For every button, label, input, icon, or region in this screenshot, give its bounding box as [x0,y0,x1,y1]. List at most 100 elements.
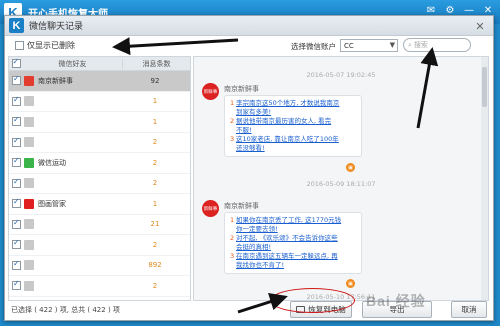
article-link[interactable]: 我找你也不肯了! [230,261,356,270]
message-count: 892 [148,261,162,270]
article-title: 如果你在南京丢了工作, 这1770元钱 [236,216,342,224]
dialog-close-icon[interactable]: ✕ [473,19,487,33]
search-icon: ⌕ [408,40,412,49]
article-title: 据说他带南京最历害的女人, 看完 [236,117,332,125]
dialog-logo: K [9,18,24,33]
cancel-label: 取消 [461,305,477,314]
article-link[interactable]: 1 李宗南京这50个地方, 才数说我南京 [230,99,356,108]
row-checkbox[interactable] [12,238,21,250]
article-link[interactable]: 1 如果你在南京丢了工作, 这1770元钱 [230,216,356,225]
contact-row[interactable]: 2 [9,133,190,153]
selection-status: 已选择 ( 422 ) 项, 总共 ( 422 ) 项 [11,306,120,314]
article-link[interactable]: 还没够看! [230,144,356,153]
export-button[interactable]: 导出 [362,301,432,318]
contact-row[interactable]: 南京新鲜事 92 [9,71,190,92]
message-count: 2 [152,281,158,290]
contact-row[interactable]: 2 [9,235,190,256]
message-count: 2 [152,158,158,167]
monitor-icon [296,306,306,313]
message-count: 1 [152,199,158,208]
contact-row[interactable]: 892 [9,256,190,276]
contact-name: 图画管家 [38,199,66,208]
contact-row[interactable]: 1 [9,112,190,133]
dialog-title-bar: K 微信聊天记录 ✕ [5,16,493,36]
scroll-thumb[interactable] [482,67,487,107]
message-timestamp: 2016-05-09 18:11:07 [306,180,376,188]
chevron-down-icon: ▼ [389,41,395,49]
article-link[interactable]: 会挺的真相! [230,243,356,252]
article-link[interactable]: 不服! [230,126,356,135]
only-deleted-checkbox[interactable] [15,41,24,50]
row-checkbox[interactable] [12,197,21,209]
message-count: 2 [152,240,158,249]
contact-avatar [24,280,34,291]
account-select[interactable]: CC ▼ [340,39,398,52]
message-timestamp: 2016-05-07 19:02:45 [306,71,376,79]
contact-name: 微信运动 [38,158,66,167]
restore-to-computer-button[interactable]: 恢复到电脑 [290,301,352,318]
contact-avatar [24,260,34,271]
restore-label: 恢复到电脑 [308,305,346,314]
message-count: 92 [150,76,160,85]
search-placeholder: 搜索 [413,41,428,49]
message-count: 1 [152,97,158,106]
search-input[interactable]: ⌕ 搜索 [403,38,471,52]
row-checkbox[interactable] [12,177,21,188]
chat-scrollbar[interactable] [481,57,488,300]
only-deleted-toggle[interactable]: 仅显示已删除 [15,40,75,51]
row-checkbox[interactable] [12,136,21,147]
select-all-checkbox[interactable] [11,57,21,68]
contact-row[interactable]: 2 [9,276,190,297]
contact-avatar [24,178,34,189]
account-value: CC [344,41,354,50]
sender-name: 南京新鲜事 [224,85,259,93]
contact-avatar [24,198,34,209]
sender-name: 南京新鲜事 [224,202,259,210]
article-title: 你一定要去领! [236,225,278,233]
article-link[interactable]: 到家有多美! [230,108,356,117]
contact-row[interactable]: 21 [9,215,190,235]
article-link[interactable]: 你一定要去领! [230,225,356,234]
article-title: 对不起, 《欢乐颂》不会告诉你这些 [236,234,338,242]
row-checkbox[interactable] [12,279,21,291]
article-link[interactable]: 3 这10家老店, 靠让南京人吃了100年 [230,135,356,144]
article-link[interactable]: 2 据说他带南京最历害的女人, 看完 [230,117,356,126]
message-count: 21 [150,220,160,229]
article-title: 到家有多美! [236,108,272,116]
article-title: 在南京遇到这五辆车一定躲远点, 再 [236,252,338,260]
article-title: 李宗南京这50个地方, 才数说我南京 [236,99,340,107]
message-bubble[interactable]: 1 李宗南京这50个地方, 才数说我南京 到家有多美! 2 据说他带南京最历害的女人, … [224,95,362,157]
row-checkbox[interactable] [12,218,21,229]
cancel-button[interactable]: 取消 [451,301,487,318]
contact-list: 微信好友 消息条数 南京新鲜事 92 1 1 2 微信运动 2 2 图画管家 1 21 2 892 2 [8,56,191,301]
row-checkbox[interactable] [12,156,21,168]
row-checkbox[interactable] [12,115,21,127]
dialog-title: 微信聊天记录 [29,22,84,32]
sender-avatar: 新鲜事 [202,200,219,217]
wechat-history-dialog: K 微信聊天记录 ✕ 仅显示已删除 选择微信账户 CC ▼ ⌕ 搜索 微信好友 … [4,15,494,321]
contact-row[interactable]: 2 [9,174,190,194]
contact-row[interactable]: 图画管家 1 [9,194,190,215]
article-link[interactable]: 3 在南京遇到这五辆车一定躲远点, 再 [230,252,356,261]
contact-avatar [24,75,34,86]
footer: 已选择 ( 422 ) 项, 总共 ( 422 ) 项 恢复到电脑 导出 取消 [5,300,493,320]
row-checkbox[interactable] [12,74,21,86]
contact-row[interactable]: 微信运动 2 [9,153,190,174]
header-name: 微信好友 [23,58,123,69]
row-checkbox[interactable] [12,95,21,106]
contact-name: 南京新鲜事 [38,76,73,85]
contact-list-header: 微信好友 消息条数 [9,57,190,71]
article-title: 还没够看! [236,144,265,152]
chat-view: 2016-05-07 19:02:45 新鲜事 南京新鲜事 1 李宗南京这50个地… [193,56,489,301]
article-link[interactable]: 2 对不起, 《欢乐颂》不会告诉你这些 [230,234,356,243]
row-checkbox[interactable] [12,259,21,270]
contact-avatar [24,219,34,230]
contact-row[interactable]: 1 [9,92,190,112]
message-count: 2 [152,179,158,188]
message-bubble[interactable]: 1 如果你在南京丢了工作, 这1770元钱 你一定要去领! 2 对不起, 《欢乐颂》不会… [224,212,362,274]
contact-avatar [24,116,34,127]
sender-avatar: 新鲜事 [202,83,219,100]
toolbar: 仅显示已删除 选择微信账户 CC ▼ ⌕ 搜索 [5,37,493,55]
message-count: 2 [152,138,158,147]
article-title: 我找你也不肯了! [236,261,285,269]
